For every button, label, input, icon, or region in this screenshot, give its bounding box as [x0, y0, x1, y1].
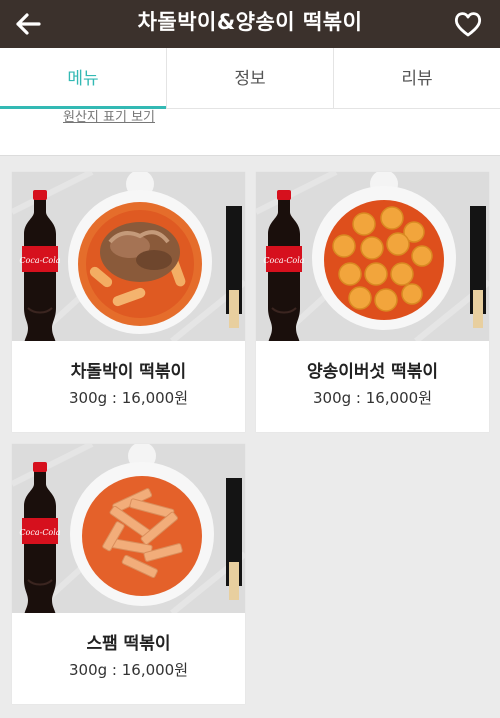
menu-photo-spam: [12, 444, 245, 613]
menu-item-price: 300g : 16,000원: [68, 389, 189, 407]
tab-info-label: 정보: [234, 69, 266, 89]
menu-card[interactable]: 스팸 떡볶이 300g : 16,000원: [12, 444, 245, 704]
menu-item-name: 차돌박이 떡볶이: [70, 362, 187, 382]
tab-info[interactable]: 정보: [167, 48, 334, 108]
menu-item-price: 300g : 16,000원: [312, 389, 433, 407]
origin-info-bar: 원산지 표기 보기: [0, 109, 500, 156]
menu-card[interactable]: 양송이버섯 떡볶이 300g : 16,000원: [256, 172, 489, 432]
back-button[interactable]: [10, 6, 46, 42]
page-title: 차돌박이&양송이 떡볶이: [137, 10, 363, 34]
tab-menu-label: 메뉴: [67, 69, 99, 89]
tab-reviews[interactable]: 리뷰: [334, 48, 500, 108]
menu-item-name: 스팸 떡볶이: [86, 634, 171, 654]
heart-outline-icon: [454, 12, 482, 37]
tab-menu[interactable]: 메뉴: [0, 48, 167, 110]
arrow-left-icon: [16, 13, 41, 35]
top-app-bar: 차돌박이&양송이 떡볶이: [0, 0, 500, 48]
menu-photo-brisket: [12, 172, 245, 341]
menu-photo-mushroom: [256, 172, 489, 341]
tab-reviews-label: 리뷰: [401, 69, 433, 89]
origin-label-link[interactable]: 원산지 표기 보기: [63, 109, 155, 127]
favorite-button[interactable]: [450, 6, 486, 42]
menu-item-name: 양송이버섯 떡볶이: [306, 362, 439, 382]
menu-item-price: 300g : 16,000원: [68, 661, 189, 679]
tab-bar: 메뉴 정보 리뷰: [0, 48, 500, 110]
menu-card[interactable]: 차돌박이 떡볶이 300g : 16,000원: [12, 172, 245, 432]
